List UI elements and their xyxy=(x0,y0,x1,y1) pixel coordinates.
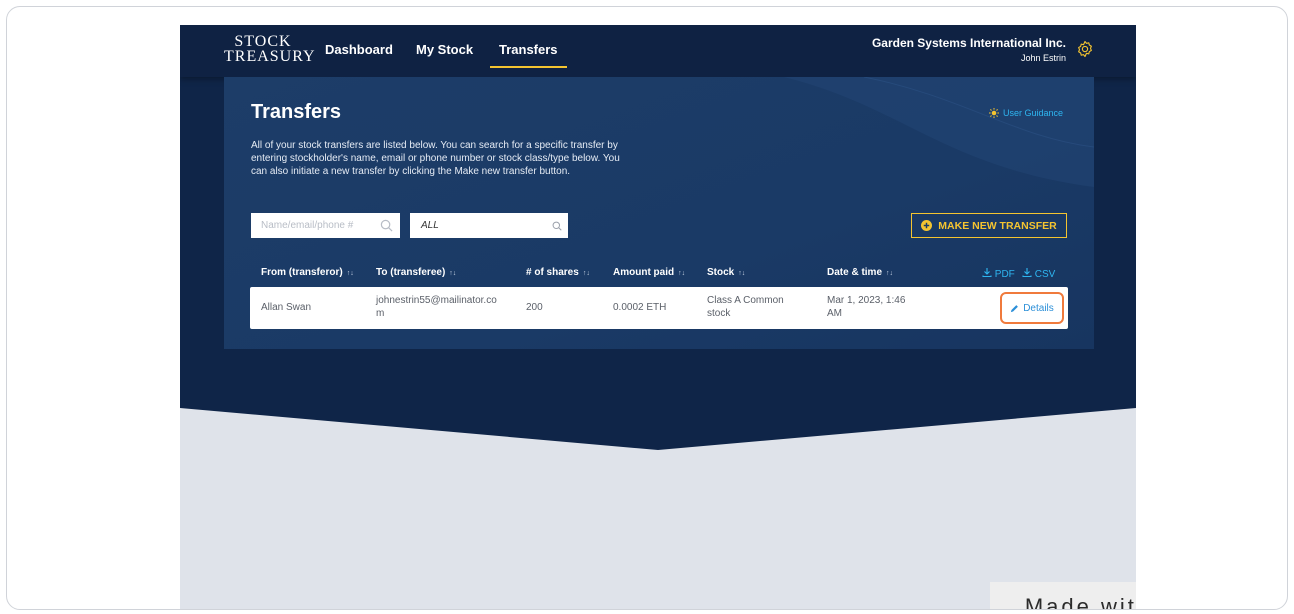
sort-icon: ↑↓ xyxy=(738,270,746,277)
export-csv-button[interactable]: CSV xyxy=(1022,267,1055,280)
stock-treasury-logo[interactable]: STOCK TREASURY xyxy=(224,34,315,68)
company-name: Garden Systems International Inc. xyxy=(871,36,1066,50)
page-title: Transfers xyxy=(251,101,342,123)
transfers-panel: Transfers User Guidance All of your stoc… xyxy=(224,77,1094,349)
page-description: All of your stock transfers are listed b… xyxy=(251,140,620,177)
lightbulb-icon xyxy=(988,108,999,118)
cell-date: Mar 1, 2023, 1:46 AM xyxy=(827,295,906,319)
column-to[interactable]: To (transferee) ↑↓ xyxy=(376,267,456,278)
top-navigation: STOCK TREASURY Dashboard My Stock Transf… xyxy=(180,25,1136,77)
transfers-table-header: From (transferor) ↑↓ To (transferee) ↑↓ # … xyxy=(250,267,1068,287)
download-icon xyxy=(982,268,992,278)
details-button[interactable]: Details xyxy=(1000,292,1064,324)
nav-my-stock[interactable]: My Stock xyxy=(416,42,473,57)
column-stock[interactable]: Stock ↑↓ xyxy=(707,267,745,278)
column-shares[interactable]: # of shares ↑↓ xyxy=(526,267,590,278)
screenshot-frame: STOCK TREASURY Dashboard My Stock Transf… xyxy=(6,6,1288,610)
plus-circle-icon xyxy=(921,220,933,231)
download-icon xyxy=(1022,268,1032,278)
column-amount[interactable]: Amount paid ↑↓ xyxy=(613,267,685,278)
column-date[interactable]: Date & time ↑↓ xyxy=(827,267,893,278)
user-guidance-link[interactable]: User Guidance xyxy=(988,108,1063,118)
sort-icon: ↑↓ xyxy=(449,270,457,277)
gear-icon[interactable] xyxy=(1076,40,1094,58)
cell-from: Allan Swan xyxy=(261,302,312,313)
cell-amount: 0.0002 ETH xyxy=(613,302,667,313)
table-row[interactable]: Allan Swan johnestrin55@mailinator.co m 2… xyxy=(250,287,1068,329)
cell-shares: 200 xyxy=(526,302,543,313)
make-new-transfer-button[interactable]: MAKE NEW TRANSFER xyxy=(911,213,1067,238)
nav-dashboard[interactable]: Dashboard xyxy=(325,42,393,57)
user-guidance-label: User Guidance xyxy=(1002,108,1063,118)
cell-stock: Class A Common stock xyxy=(707,295,784,319)
sort-icon: ↑↓ xyxy=(886,270,894,277)
stockholder-search-input[interactable] xyxy=(251,213,400,238)
search-icon[interactable] xyxy=(380,219,393,232)
nav-transfers[interactable]: Transfers xyxy=(490,42,567,68)
user-name: John Estrin xyxy=(1020,53,1066,63)
export-pdf-button[interactable]: PDF xyxy=(982,267,1015,280)
sort-icon: ↑↓ xyxy=(582,270,590,277)
cell-to: johnestrin55@mailinator.co m xyxy=(376,295,497,319)
pencil-icon xyxy=(1011,304,1019,312)
sort-icon: ↑↓ xyxy=(346,270,354,277)
column-from[interactable]: From (transferor) ↑↓ xyxy=(261,267,354,278)
stock-class-filter[interactable]: ALL xyxy=(410,213,568,238)
search-icon[interactable] xyxy=(552,221,562,231)
app-window: STOCK TREASURY Dashboard My Stock Transf… xyxy=(180,25,1136,609)
sort-icon: ↑↓ xyxy=(678,270,686,277)
tango-watermark: Made with Tango.us xyxy=(990,582,1136,609)
account-info[interactable]: Garden Systems International Inc. John E… xyxy=(872,36,1066,63)
